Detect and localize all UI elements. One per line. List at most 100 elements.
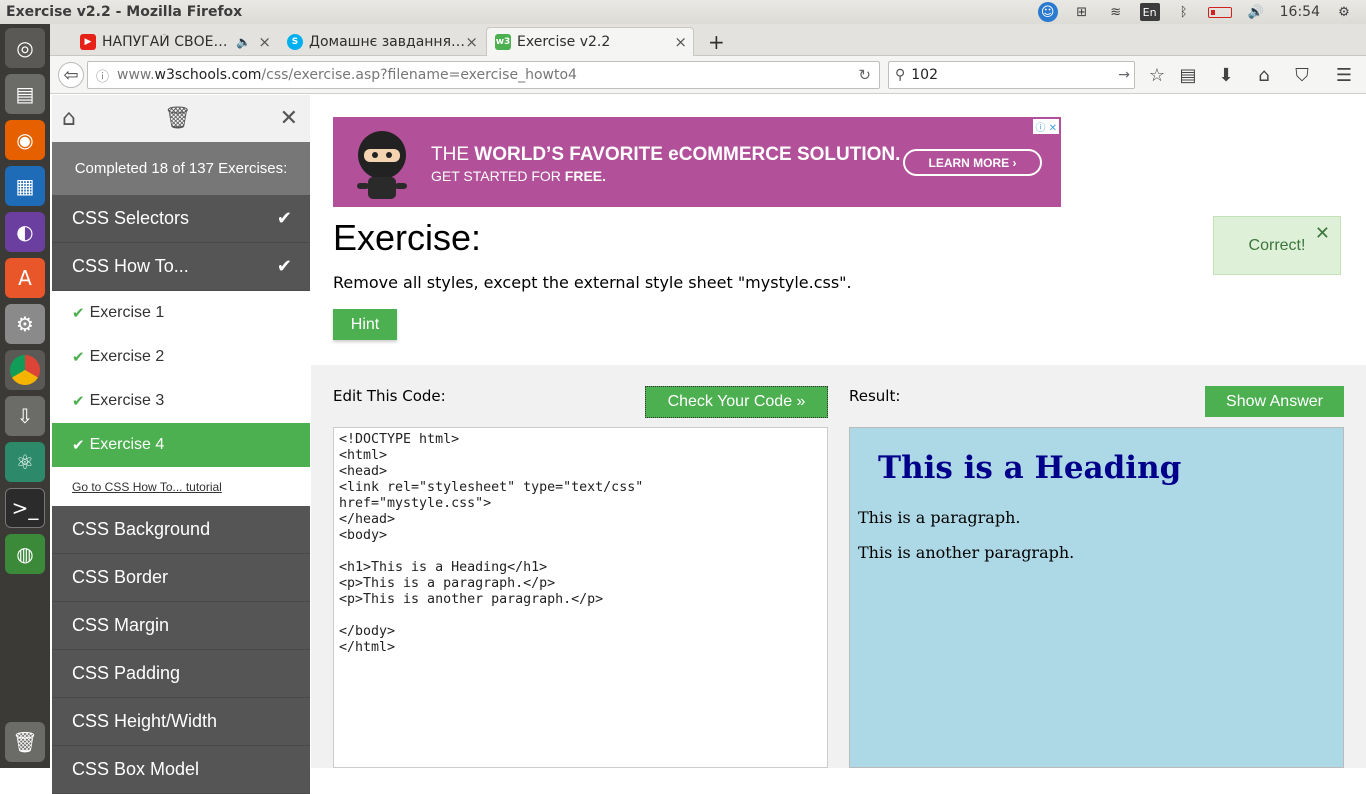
trash-icon[interactable]: 🗑 bbox=[164, 106, 192, 131]
url-domain: w3schools.com bbox=[154, 67, 262, 83]
close-tab-icon[interactable]: × bbox=[258, 33, 271, 51]
url-path: /css/exercise.asp?filename=exercise_howt… bbox=[261, 67, 577, 83]
advertisement-banner[interactable]: THE WORLD’S FAVORITE eCOMMERCE SOLUTION.… bbox=[333, 117, 1061, 207]
tutorial-link-row: Go to CSS How To... tutorial bbox=[52, 467, 310, 506]
tutorial-link[interactable]: Go to CSS How To... tutorial bbox=[72, 480, 222, 494]
new-tab-button[interactable]: + bbox=[700, 27, 730, 56]
close-alert-icon[interactable]: ✕ bbox=[1315, 223, 1330, 244]
checkmark-icon: ✔ bbox=[276, 208, 292, 228]
terminal-icon[interactable]: >_ bbox=[5, 488, 45, 528]
exercise-description: Remove all styles, except the external s… bbox=[333, 273, 852, 292]
atom-icon[interactable]: ⚛ bbox=[5, 442, 45, 482]
firefox-icon[interactable]: ◉ bbox=[5, 120, 45, 160]
files-icon[interactable]: ▤ bbox=[5, 74, 45, 114]
sidebar-exercise-1[interactable]: ✔ Exercise 1 bbox=[52, 291, 310, 335]
w3schools-icon: w3 bbox=[495, 34, 511, 50]
navigation-bar: ⇦ ⓘ www. w3schools.com/css/exercise.asp?f… bbox=[50, 56, 1366, 94]
exercise-heading: Exercise: bbox=[333, 217, 482, 258]
home-icon[interactable]: ⌂ bbox=[62, 106, 76, 131]
tab-audio-icon[interactable]: 🔈 bbox=[236, 35, 251, 49]
battery-icon[interactable] bbox=[1207, 6, 1232, 18]
tab-exercise[interactable]: w3 Exercise v2.2 × bbox=[486, 27, 694, 56]
system-tray: ☺ ⊞ ≋ En ᛒ 🔊 16:54 ⚙ bbox=[1037, 2, 1366, 22]
system-top-bar: Exercise v2.2 - Mozilla Firefox ☺ ⊞ ≋ En… bbox=[0, 0, 1366, 24]
tab-label: Exercise v2.2 bbox=[517, 34, 611, 50]
youtube-icon: ▶ bbox=[80, 33, 96, 50]
sidebar-section-css-border[interactable]: CSS Border bbox=[52, 554, 310, 602]
reading-list-icon[interactable]: ▤ bbox=[1176, 64, 1200, 86]
bookmark-star-icon[interactable]: ☆ bbox=[1145, 64, 1169, 86]
result-frame: This is a Heading This is a paragraph. T… bbox=[849, 427, 1344, 768]
ad-headline: THE WORLD’S FAVORITE eCOMMERCE SOLUTION. bbox=[431, 144, 901, 165]
installer-icon[interactable]: ⇩ bbox=[5, 396, 45, 436]
power-gear-icon[interactable]: ⚙ bbox=[1334, 3, 1354, 21]
wifi-icon[interactable]: ≋ bbox=[1106, 3, 1126, 21]
search-go-icon[interactable]: → bbox=[1118, 67, 1130, 83]
result-heading: This is a Heading bbox=[878, 450, 1182, 486]
keyboard-layout-indicator[interactable]: En bbox=[1139, 3, 1160, 21]
sidebar-section-css-padding[interactable]: CSS Padding bbox=[52, 650, 310, 698]
back-button[interactable]: ⇦ bbox=[58, 62, 84, 88]
tab-skype[interactable]: S Домашнє завдання… × bbox=[279, 27, 484, 56]
edit-code-label: Edit This Code: bbox=[333, 387, 446, 405]
bluetooth-icon[interactable]: ᛒ bbox=[1174, 3, 1194, 21]
home-icon[interactable]: ⌂ bbox=[1252, 64, 1276, 86]
search-icon: ⚲ bbox=[895, 67, 906, 83]
pocket-icon[interactable]: ⛉ bbox=[1290, 64, 1314, 86]
window-title: Exercise v2.2 - Mozilla Firefox bbox=[6, 4, 243, 20]
close-tab-icon[interactable]: × bbox=[465, 33, 478, 51]
close-tab-icon[interactable]: × bbox=[674, 33, 687, 51]
ad-info-icon[interactable]: ⓘ ✕ bbox=[1033, 119, 1059, 134]
clock[interactable]: 16:54 bbox=[1280, 4, 1320, 20]
correct-message: Correct! bbox=[1248, 236, 1306, 254]
check-icon: ✔ bbox=[72, 349, 85, 366]
downloads-icon[interactable]: ⬇ bbox=[1214, 64, 1238, 86]
show-answer-button[interactable]: Show Answer bbox=[1205, 386, 1344, 417]
trash-icon[interactable]: 🗑 bbox=[5, 722, 45, 762]
dash-home-icon[interactable]: ◎ bbox=[5, 28, 45, 68]
tab-bar: ▶ НАПУГАЙ СВОЕ… 🔈 × S Домашнє завдання… … bbox=[50, 24, 1366, 56]
sidebar-section-css-margin[interactable]: CSS Margin bbox=[52, 602, 310, 650]
sidebar-section-css-how-to[interactable]: CSS How To... ✔ bbox=[52, 243, 310, 291]
completed-count: Completed 18 of 137 Exercises: bbox=[52, 142, 310, 195]
accessibility-icon[interactable]: ☺ bbox=[1037, 2, 1058, 22]
url-bar[interactable]: ⓘ www. w3schools.com/css/exercise.asp?fil… bbox=[87, 61, 880, 89]
tab-label: Домашнє завдання… bbox=[309, 33, 466, 50]
network-globe-icon[interactable]: ◍ bbox=[5, 534, 45, 574]
tab-youtube[interactable]: ▶ НАПУГАЙ СВОЕ… 🔈 × bbox=[72, 27, 277, 56]
search-bar[interactable]: ⚲ 102 → bbox=[888, 61, 1135, 89]
eclipse-icon[interactable]: ◐ bbox=[5, 212, 45, 252]
workspaces-icon[interactable]: ⊞ bbox=[1072, 3, 1092, 21]
sidebar-exercise-2[interactable]: ✔ Exercise 2 bbox=[52, 335, 310, 379]
volume-icon[interactable]: 🔊 bbox=[1246, 3, 1266, 21]
sidebar-section-css-height-width[interactable]: CSS Height/Width bbox=[52, 698, 310, 746]
site-info-icon[interactable]: ⓘ bbox=[96, 66, 109, 85]
check-icon: ✔ bbox=[72, 393, 85, 410]
ad-learn-more-button[interactable]: LEARN MORE › bbox=[903, 149, 1042, 176]
hint-button[interactable]: Hint bbox=[333, 309, 397, 340]
system-settings-icon[interactable]: ⚙ bbox=[5, 304, 45, 344]
launcher: ◎ ▤ ◉ ▦ ◐ A ⚙ ⇩ ⚛ >_ ◍ 🗑 bbox=[0, 24, 50, 768]
chrome-icon[interactable] bbox=[5, 350, 45, 390]
sidebar-section-css-selectors[interactable]: CSS Selectors ✔ bbox=[52, 195, 310, 243]
close-icon[interactable]: ✕ bbox=[280, 106, 298, 131]
check-code-button[interactable]: Check Your Code » bbox=[645, 386, 828, 418]
sidebar-section-css-box-model[interactable]: CSS Box Model bbox=[52, 746, 310, 794]
sidebar-exercise-4[interactable]: ✔ Exercise 4 bbox=[52, 423, 310, 467]
sidebar-exercise-3[interactable]: ✔ Exercise 3 bbox=[52, 379, 310, 423]
exercise-sidebar: ⌂ 🗑 ✕ Completed 18 of 137 Exercises: CSS… bbox=[52, 95, 310, 794]
url-prefix: www. bbox=[117, 67, 155, 83]
ninja-mascot-icon bbox=[357, 131, 407, 199]
code-editor[interactable]: <!DOCTYPE html> <html> <head> <link rel=… bbox=[333, 427, 828, 768]
sidebar-section-css-background[interactable]: CSS Background bbox=[52, 506, 310, 554]
reload-icon[interactable]: ↻ bbox=[858, 66, 871, 84]
ad-subline: GET STARTED FOR FREE. bbox=[431, 168, 607, 184]
correct-alert: Correct! ✕ bbox=[1213, 216, 1341, 275]
skype-icon: S bbox=[287, 33, 303, 50]
menu-icon[interactable]: ☰ bbox=[1332, 64, 1356, 86]
libreoffice-writer-icon[interactable]: ▦ bbox=[5, 166, 45, 206]
result-label: Result: bbox=[849, 387, 901, 405]
software-center-icon[interactable]: A bbox=[5, 258, 45, 298]
search-input[interactable]: 102 bbox=[911, 67, 938, 83]
check-icon: ✔ bbox=[72, 437, 85, 454]
